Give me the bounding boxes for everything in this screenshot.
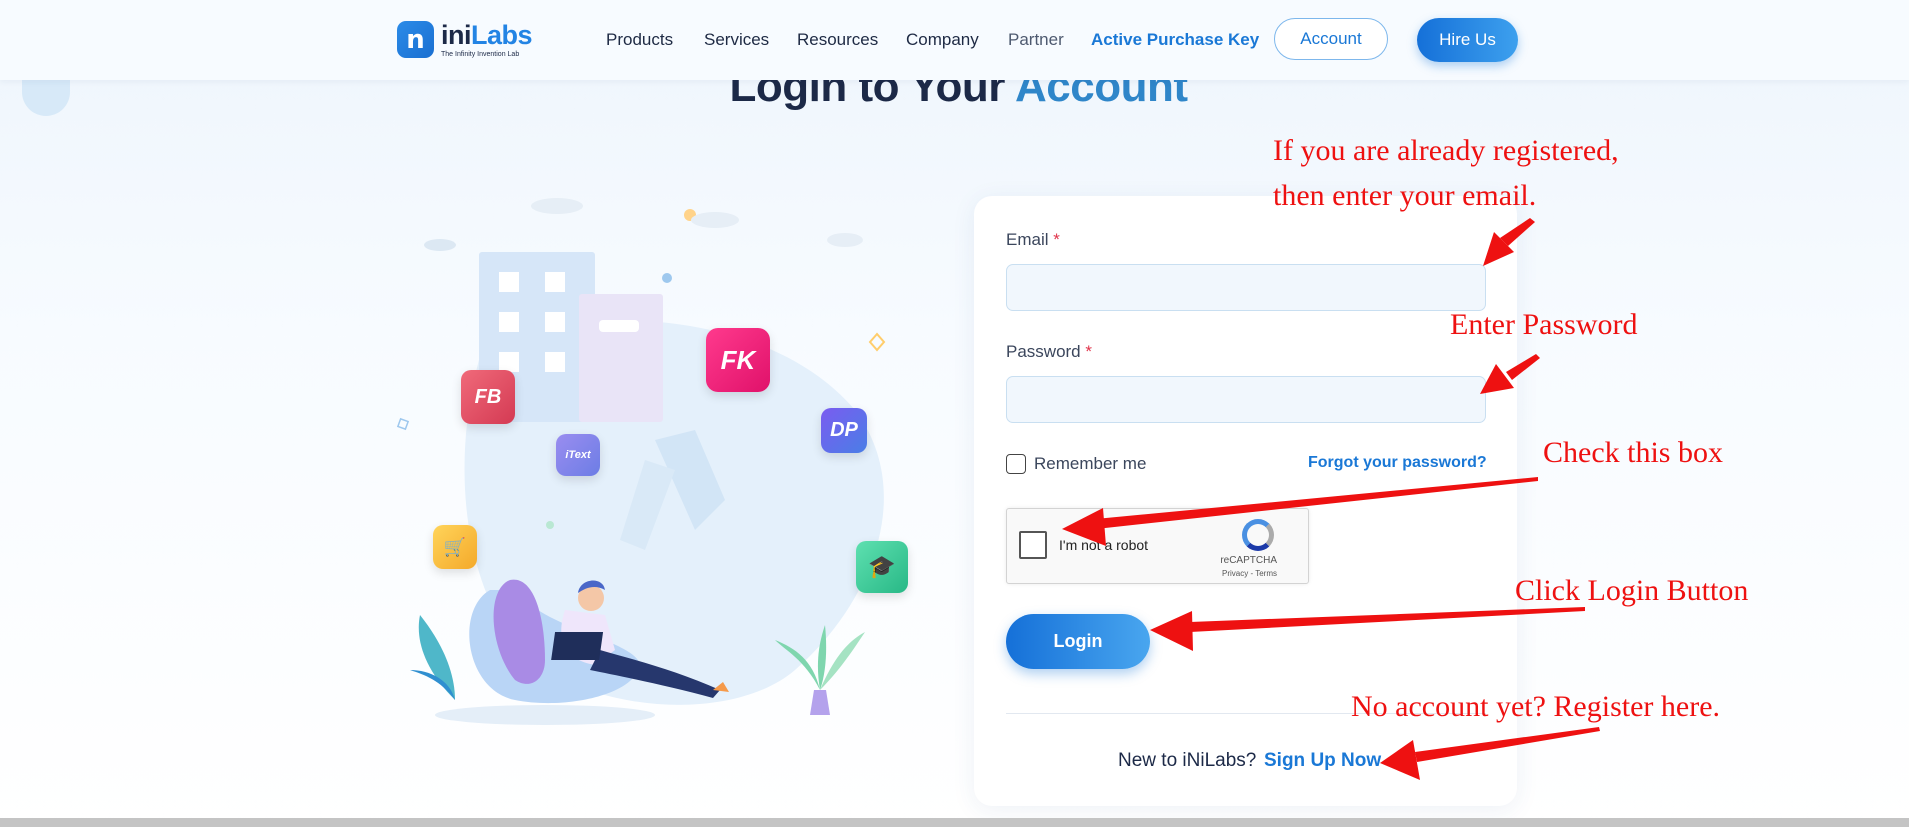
fb-app-icon: FB bbox=[461, 370, 515, 424]
remember-me-checkbox[interactable] bbox=[1006, 454, 1026, 474]
login-illustration: FB FK iText DP 🛒 🎓 bbox=[395, 170, 925, 740]
nav-products[interactable]: Products bbox=[606, 30, 673, 50]
recaptcha-label: I'm not a robot bbox=[1059, 537, 1149, 553]
email-label: Email * bbox=[1006, 230, 1060, 250]
illustration-svg bbox=[396, 198, 886, 725]
logo-name-prefix: ini bbox=[441, 19, 472, 50]
forgot-password-link[interactable]: Forgot your password? bbox=[1308, 454, 1487, 472]
annotation-email-line1: If you are already registered, bbox=[1273, 134, 1619, 167]
logo-tagline: The Infinity Invention Lab bbox=[441, 50, 520, 58]
password-label: Password * bbox=[1006, 342, 1092, 362]
recaptcha-terms-link[interactable]: Privacy - Terms bbox=[1007, 569, 1277, 578]
shopping-cart-icon: 🛒 bbox=[433, 525, 477, 569]
logo-text: iniLabs The Infinity Invention Lab bbox=[441, 19, 533, 58]
nav-active-purchase-key[interactable]: Active Purchase Key bbox=[1091, 30, 1259, 50]
required-mark: * bbox=[1053, 230, 1060, 249]
annotation-register: No account yet? Register here. bbox=[1351, 690, 1721, 723]
annotation-checkbox: Check this box bbox=[1543, 436, 1723, 469]
account-button[interactable]: Account bbox=[1274, 18, 1388, 60]
sign-up-link[interactable]: Sign Up Now bbox=[1264, 750, 1381, 772]
nav-services[interactable]: Services bbox=[704, 30, 769, 50]
nav-company[interactable]: Company bbox=[906, 30, 979, 50]
itext-app-icon: iText bbox=[556, 434, 600, 476]
required-mark: * bbox=[1085, 342, 1092, 361]
fk-app-icon: FK bbox=[706, 328, 770, 392]
annotation-email-line2: then enter your email. bbox=[1273, 179, 1537, 212]
logo-mark-icon: n bbox=[397, 21, 434, 58]
password-field[interactable] bbox=[1006, 376, 1486, 423]
recaptcha-widget: I'm not a robot reCAPTCHA Privacy - Term… bbox=[1006, 508, 1309, 584]
login-button[interactable]: Login bbox=[1006, 614, 1150, 669]
signup-prompt: New to iNiLabs? bbox=[1118, 750, 1257, 771]
remember-me-label[interactable]: Remember me bbox=[1034, 454, 1146, 474]
dp-app-icon: DP bbox=[821, 408, 867, 453]
horizontal-scrollbar[interactable] bbox=[0, 818, 1909, 827]
recaptcha-logo-icon bbox=[1242, 519, 1274, 551]
email-field[interactable] bbox=[1006, 264, 1486, 311]
annotation-login: Click Login Button bbox=[1515, 574, 1749, 607]
logo-name: iniLabs bbox=[441, 19, 533, 50]
nav-resources[interactable]: Resources bbox=[797, 30, 878, 50]
logo-name-suffix: Labs bbox=[471, 19, 533, 50]
password-label-text: Password bbox=[1006, 342, 1081, 361]
hire-us-button[interactable]: Hire Us bbox=[1417, 18, 1518, 62]
site-header: n iniLabs The Infinity Invention Lab Pro… bbox=[0, 0, 1909, 80]
nav-partner[interactable]: Partner bbox=[1008, 30, 1064, 50]
annotation-password: Enter Password bbox=[1450, 308, 1638, 341]
inilabs-logo[interactable]: n iniLabs The Infinity Invention Lab bbox=[397, 19, 533, 58]
graduation-cap-icon: 🎓 bbox=[856, 541, 908, 593]
email-label-text: Email bbox=[1006, 230, 1049, 249]
recaptcha-brand: reCAPTCHA bbox=[1220, 555, 1277, 566]
